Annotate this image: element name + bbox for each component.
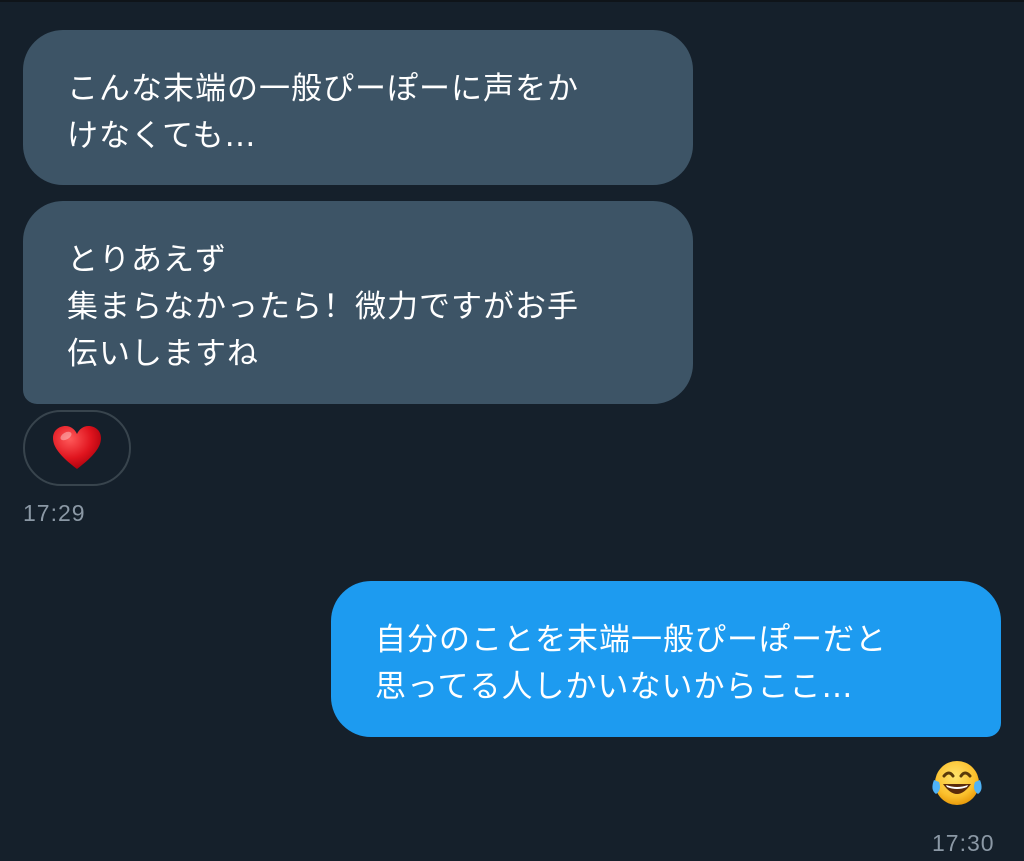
received-message-bubble[interactable]: こんな末端の一般ぴーぽーに声をか けなくても…: [23, 30, 693, 185]
received-message-bubble[interactable]: とりあえず 集まらなかったら！微力ですがお手 伝いしますね: [23, 201, 693, 404]
reaction-chip[interactable]: [23, 410, 131, 486]
message-timestamp: 17:30: [932, 830, 995, 856]
face-with-tears-of-joy-icon[interactable]: [930, 758, 984, 808]
message-timestamp: 17:29: [23, 500, 86, 526]
top-divider: [0, 0, 1024, 2]
sent-message-bubble[interactable]: 自分のことを末端一般ぴーぽーだと 思ってる人しかいないからここ…: [331, 581, 1001, 737]
heart-icon: [53, 426, 101, 469]
